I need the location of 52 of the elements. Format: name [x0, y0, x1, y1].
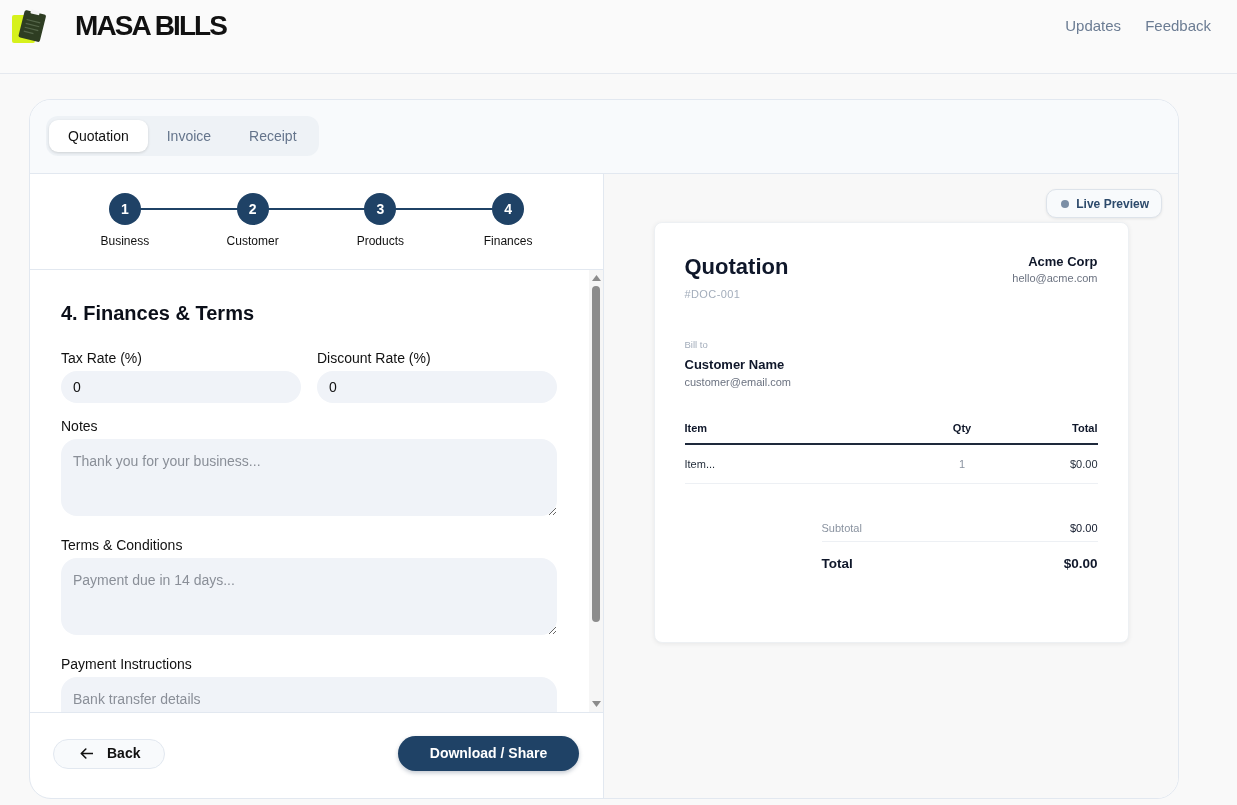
totals-value: $0.00 [1063, 555, 1098, 573]
field-label: Discount Rate (%) [317, 349, 431, 368]
input-field[interactable]: 0 [61, 371, 301, 403]
table-cell: 1 [929, 444, 995, 484]
input-field[interactable]: 0 [317, 371, 557, 403]
step-label: Products [356, 234, 405, 248]
totals-label: Total [821, 555, 853, 573]
status-dot-icon [1061, 199, 1070, 208]
column-header: Item [684, 413, 930, 444]
step-label: Business [100, 234, 150, 248]
bill-to-label: Bill to [684, 339, 708, 351]
preview-label: Live Preview [1076, 195, 1149, 213]
nav-link[interactable]: Feedback [1145, 8, 1211, 44]
company-email: hello@acme.com [1012, 271, 1098, 285]
arrow-left-icon [80, 748, 93, 759]
document-number: #DOC-001 [684, 287, 741, 301]
step-number[interactable]: 4 [492, 193, 525, 225]
table-cell: Item... [684, 444, 930, 484]
column-header: Qty [929, 413, 995, 444]
tab[interactable]: Invoice [147, 120, 231, 152]
totals-value: $0.00 [1069, 521, 1098, 535]
field-label: Notes [61, 417, 98, 436]
customer-email: customer@email.com [684, 375, 792, 389]
customer-name: Customer Name [684, 357, 785, 373]
table-cell: $0.00 [994, 444, 1098, 484]
tab[interactable]: Quotation [49, 120, 148, 152]
scrollbar[interactable] [589, 270, 603, 712]
step-number[interactable]: 1 [108, 193, 141, 225]
field-label: Terms & Conditions [61, 536, 183, 555]
field-label: Tax Rate (%) [61, 349, 142, 368]
download-share-button[interactable]: Download / Share [398, 736, 579, 771]
field-label: Payment Instructions [61, 655, 192, 674]
textarea-field[interactable]: Bank transfer details [61, 677, 557, 712]
app-title: MASA BILLS [75, 9, 227, 43]
company-name: Acme Corp [1028, 254, 1098, 270]
back-button[interactable]: Back [53, 738, 165, 769]
document-title: Quotation [684, 253, 789, 281]
tab[interactable]: Receipt [230, 120, 316, 152]
nav-link[interactable]: Updates [1065, 8, 1122, 44]
scroll-down-arrow-icon[interactable] [591, 701, 601, 707]
textarea-field[interactable]: Payment due in 14 days... [61, 558, 557, 635]
form-heading: 4. Finances & Terms [61, 301, 256, 325]
column-header: Total [994, 413, 1098, 444]
textarea-field[interactable]: Thank you for your business... [61, 439, 557, 516]
scroll-up-arrow-icon[interactable] [591, 275, 601, 281]
clipboard-icon [12, 9, 46, 43]
totals-label: Subtotal [821, 521, 862, 535]
step-label: Customer [226, 234, 279, 248]
step-number[interactable]: 2 [236, 193, 269, 225]
scrollbar-thumb[interactable] [592, 286, 600, 622]
step-number[interactable]: 3 [364, 193, 397, 225]
step-label: Finances [483, 234, 533, 248]
